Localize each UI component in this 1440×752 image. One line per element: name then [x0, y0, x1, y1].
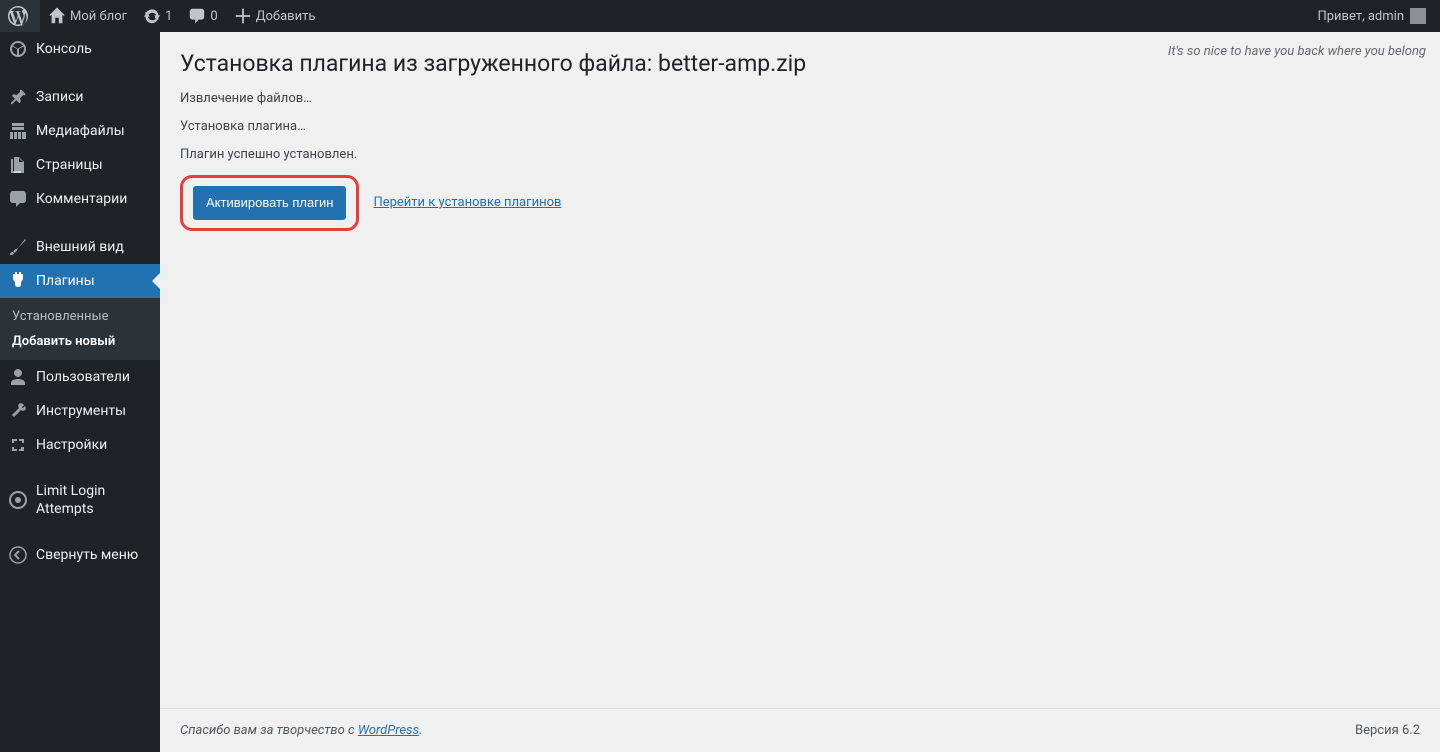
collapse-icon: [8, 545, 28, 565]
sidebar-item-label: Комментарии: [36, 190, 127, 208]
sidebar-item-label: Внешний вид: [36, 238, 124, 256]
top-note: It's so nice to have you back where you …: [1168, 44, 1426, 59]
update-icon: [143, 7, 161, 25]
submenu-item-add-new[interactable]: Добавить новый: [0, 329, 160, 354]
goto-plugin-installer-link[interactable]: Перейти к установке плагинов: [373, 195, 561, 210]
msg-success: Плагин успешно установлен.: [180, 147, 1420, 162]
sidebar-item-media[interactable]: Медиафайлы: [0, 114, 160, 148]
plugin-icon: [8, 271, 28, 291]
greeting-text: Привет, admin: [1317, 9, 1404, 24]
footer-thanks: Спасибо вам за творчество с WordPress.: [180, 723, 422, 738]
brush-icon: [8, 237, 28, 257]
footer: Спасибо вам за творчество с WordPress. В…: [160, 708, 1440, 752]
wordpress-icon: [8, 6, 28, 26]
content-wrap: Установка плагина из загруженного файла:…: [160, 32, 1440, 708]
comments-link[interactable]: 0: [180, 0, 225, 32]
sidebar-item-users[interactable]: Пользователи: [0, 360, 160, 394]
sidebar-item-appearance[interactable]: Внешний вид: [0, 230, 160, 264]
separator: [0, 462, 160, 476]
sidebar-item-pages[interactable]: Страницы: [0, 148, 160, 182]
action-row: Активировать плагин Перейти к установке …: [180, 175, 1420, 231]
comment-icon: [8, 189, 28, 209]
sidebar-item-collapse[interactable]: Свернуть меню: [0, 538, 160, 572]
separator: [0, 524, 160, 538]
sidebar-item-label: Limit Login Attempts: [36, 476, 152, 524]
msg-installing: Установка плагина…: [180, 119, 1420, 134]
sidebar-item-limit-login[interactable]: Limit Login Attempts: [0, 476, 160, 524]
avatar-icon: [1410, 8, 1426, 24]
comments-count: 0: [210, 9, 217, 24]
wp-logo[interactable]: [0, 0, 40, 32]
footer-version: Версия 6.2: [1355, 723, 1420, 738]
shield-icon: [8, 490, 28, 510]
sidebar-item-comments[interactable]: Комментарии: [0, 182, 160, 216]
footer-suffix: .: [419, 723, 422, 738]
sidebar-item-tools[interactable]: Инструменты: [0, 394, 160, 428]
page-icon: [8, 155, 28, 175]
sidebar-item-settings[interactable]: Настройки: [0, 428, 160, 462]
sidebar-item-console[interactable]: Консоль: [0, 32, 160, 66]
admin-bar-right: Привет, admin: [1309, 0, 1440, 32]
home-icon: [48, 7, 66, 25]
activate-plugin-button[interactable]: Активировать плагин: [193, 186, 346, 220]
main-content: It's so nice to have you back where you …: [160, 32, 1440, 752]
user-icon: [8, 367, 28, 387]
admin-sidebar: Консоль Записи Медиафайлы Страницы Комме…: [0, 32, 160, 752]
sidebar-item-label: Свернуть меню: [36, 546, 138, 564]
updates-count: 1: [165, 9, 172, 24]
admin-bar: Мой блог 1 0 Добавить Привет, admin: [0, 0, 1440, 32]
sidebar-item-label: Записи: [36, 88, 84, 106]
plus-icon: [234, 7, 252, 25]
plugins-submenu: Установленные Добавить новый: [0, 298, 160, 360]
sidebar-item-label: Инструменты: [36, 402, 126, 420]
site-link[interactable]: Мой блог: [40, 0, 135, 32]
sidebar-item-label: Настройки: [36, 436, 107, 454]
sidebar-item-posts[interactable]: Записи: [0, 80, 160, 114]
media-icon: [8, 121, 28, 141]
add-new-label: Добавить: [256, 9, 316, 24]
updates-link[interactable]: 1: [135, 0, 180, 32]
footer-prefix: Спасибо вам за творчество с: [180, 723, 358, 738]
separator: [0, 216, 160, 230]
separator: [0, 66, 160, 80]
site-name-label: Мой блог: [70, 9, 127, 24]
wordpress-link[interactable]: WordPress: [358, 723, 419, 738]
sidebar-item-label: Медиафайлы: [36, 122, 125, 140]
sidebar-item-plugins[interactable]: Плагины: [0, 264, 160, 298]
sidebar-item-label: Страницы: [36, 156, 103, 174]
pin-icon: [8, 87, 28, 107]
msg-extracting: Извлечение файлов…: [180, 91, 1420, 106]
submenu-item-installed[interactable]: Установленные: [0, 304, 160, 329]
wrench-icon: [8, 401, 28, 421]
admin-bar-left: Мой блог 1 0 Добавить: [0, 0, 323, 32]
settings-icon: [8, 435, 28, 455]
dashboard-icon: [8, 39, 28, 59]
sidebar-item-label: Плагины: [36, 272, 95, 290]
add-new-link[interactable]: Добавить: [226, 0, 324, 32]
user-greeting[interactable]: Привет, admin: [1309, 0, 1434, 32]
sidebar-item-label: Пользователи: [36, 368, 130, 386]
highlight-box: Активировать плагин: [180, 175, 359, 231]
comment-icon: [188, 7, 206, 25]
sidebar-item-label: Консоль: [36, 40, 92, 58]
